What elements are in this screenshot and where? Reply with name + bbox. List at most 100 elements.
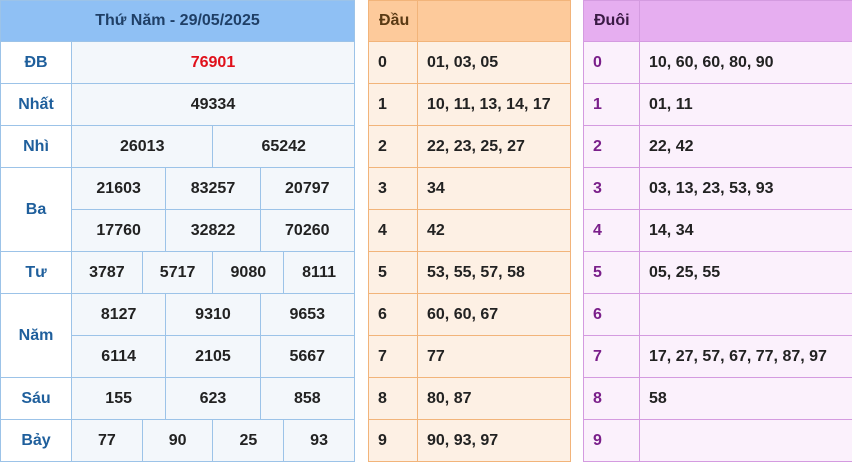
duoi-key: 4 xyxy=(583,209,640,252)
prize-value: 3787 xyxy=(71,251,143,294)
prize-value: 83257 xyxy=(165,167,261,210)
prize-label: Năm xyxy=(0,293,72,378)
duoi-key: 3 xyxy=(583,167,640,210)
duoi-value: 58 xyxy=(639,377,852,420)
dau-value: 01, 03, 05 xyxy=(417,41,571,84)
dau-table: Đầu 0 01, 03, 05 1 10, 11, 13, 14, 17 2 22,… xyxy=(368,0,571,462)
prize-row-nhi: Nhì 26013 65242 xyxy=(0,125,355,168)
prize-label: ĐB xyxy=(0,41,72,84)
duoi-value: 01, 11 xyxy=(639,83,852,126)
dau-row: 1 10, 11, 13, 14, 17 xyxy=(368,83,571,126)
prize-value: 9653 xyxy=(259,293,355,336)
duoi-row: 1 01, 11 xyxy=(583,83,852,126)
duoi-row: 4 14, 34 xyxy=(583,209,852,252)
duoi-key: 1 xyxy=(583,83,640,126)
dau-value: 90, 93, 97 xyxy=(417,419,571,462)
prize-value: 93 xyxy=(283,419,355,462)
prize-value: 70260 xyxy=(259,209,355,252)
prize-value: 17760 xyxy=(70,209,167,252)
prize-label: Sáu xyxy=(0,377,72,420)
dau-row: 3 34 xyxy=(368,167,571,210)
special-prize-value: 76901 xyxy=(71,41,355,84)
prize-value: 49334 xyxy=(71,83,355,126)
duoi-row: 7 17, 27, 57, 67, 77, 87, 97 xyxy=(583,335,852,378)
prize-label: Nhì xyxy=(0,125,72,168)
duoi-row: 0 10, 60, 60, 80, 90 xyxy=(583,41,852,84)
dau-row: 7 77 xyxy=(368,335,571,378)
dau-value: 53, 55, 57, 58 xyxy=(417,251,571,294)
dau-row: 6 60, 60, 67 xyxy=(368,293,571,336)
dau-key: 7 xyxy=(368,335,418,378)
prize-value: 623 xyxy=(165,377,261,420)
prize-value: 8111 xyxy=(283,251,355,294)
results-title: Thứ Năm - 29/05/2025 xyxy=(0,0,355,42)
duoi-key: 9 xyxy=(583,419,640,462)
prize-row-tu: Tư 3787 5717 9080 8111 xyxy=(0,251,355,294)
prize-label: Bảy xyxy=(0,419,72,462)
dau-row: 9 90, 93, 97 xyxy=(368,419,571,462)
prize-value: 5717 xyxy=(141,251,214,294)
dau-value: 77 xyxy=(417,335,571,378)
dau-key: 0 xyxy=(368,41,418,84)
duoi-header-row: Đuôi xyxy=(583,0,852,42)
duoi-key: 7 xyxy=(583,335,640,378)
duoi-key: 8 xyxy=(583,377,640,420)
prize-value: 77 xyxy=(71,419,143,462)
duoi-header: Đuôi xyxy=(583,0,640,42)
duoi-value: 22, 42 xyxy=(639,125,852,168)
duoi-value xyxy=(639,293,852,336)
duoi-value: 03, 13, 23, 53, 93 xyxy=(639,167,852,210)
duoi-value xyxy=(639,419,852,462)
duoi-row: 6 xyxy=(583,293,852,336)
dau-key: 3 xyxy=(368,167,418,210)
prize-value: 21603 xyxy=(70,167,167,210)
prize-value: 90 xyxy=(141,419,214,462)
dau-key: 9 xyxy=(368,419,418,462)
dau-header: Đầu xyxy=(368,0,418,42)
dau-value: 60, 60, 67 xyxy=(417,293,571,336)
prize-row-ba: Ba 21603 83257 20797 xyxy=(0,167,355,252)
prize-value: 20797 xyxy=(259,167,355,210)
dau-row: 0 01, 03, 05 xyxy=(368,41,571,84)
duoi-table: Đuôi 0 10, 60, 60, 80, 90 1 01, 11 2 22, 42… xyxy=(583,0,852,462)
prize-row-nhat: Nhất 49334 xyxy=(0,83,355,126)
dau-value: 80, 87 xyxy=(417,377,571,420)
dau-value: 42 xyxy=(417,209,571,252)
prize-value: 65242 xyxy=(212,125,355,168)
prize-value: 5667 xyxy=(259,335,355,378)
duoi-key: 0 xyxy=(583,41,640,84)
dau-value: 34 xyxy=(417,167,571,210)
dau-header-row: Đầu xyxy=(368,0,571,42)
duoi-row: 8 58 xyxy=(583,377,852,420)
prize-row-bay: Bảy 77 90 25 93 xyxy=(0,419,355,462)
dau-row: 5 53, 55, 57, 58 xyxy=(368,251,571,294)
prize-value: 26013 xyxy=(70,125,214,168)
duoi-value: 17, 27, 57, 67, 77, 87, 97 xyxy=(639,335,852,378)
dau-key: 8 xyxy=(368,377,418,420)
dau-header-blank xyxy=(417,0,571,42)
prize-label: Nhất xyxy=(0,83,72,126)
prize-value: 6114 xyxy=(70,335,167,378)
prize-value: 32822 xyxy=(165,209,261,252)
duoi-value: 14, 34 xyxy=(639,209,852,252)
duoi-row: 5 05, 25, 55 xyxy=(583,251,852,294)
dau-key: 6 xyxy=(368,293,418,336)
prize-label: Ba xyxy=(0,167,72,252)
duoi-key: 2 xyxy=(583,125,640,168)
dau-key: 1 xyxy=(368,83,418,126)
duoi-key: 6 xyxy=(583,293,640,336)
dau-row: 2 22, 23, 25, 27 xyxy=(368,125,571,168)
prize-label: Tư xyxy=(0,251,72,294)
duoi-row: 2 22, 42 xyxy=(583,125,852,168)
dau-row: 4 42 xyxy=(368,209,571,252)
dau-row: 8 80, 87 xyxy=(368,377,571,420)
duoi-value: 05, 25, 55 xyxy=(639,251,852,294)
duoi-row: 9 xyxy=(583,419,852,462)
dau-key: 2 xyxy=(368,125,418,168)
prize-value: 155 xyxy=(70,377,167,420)
prize-row-nam: Năm 8127 9310 9653 xyxy=(0,293,355,378)
dau-value: 22, 23, 25, 27 xyxy=(417,125,571,168)
duoi-row: 3 03, 13, 23, 53, 93 xyxy=(583,167,852,210)
prize-row-sau: Sáu 155 623 858 xyxy=(0,377,355,420)
prize-value: 9310 xyxy=(165,293,261,336)
